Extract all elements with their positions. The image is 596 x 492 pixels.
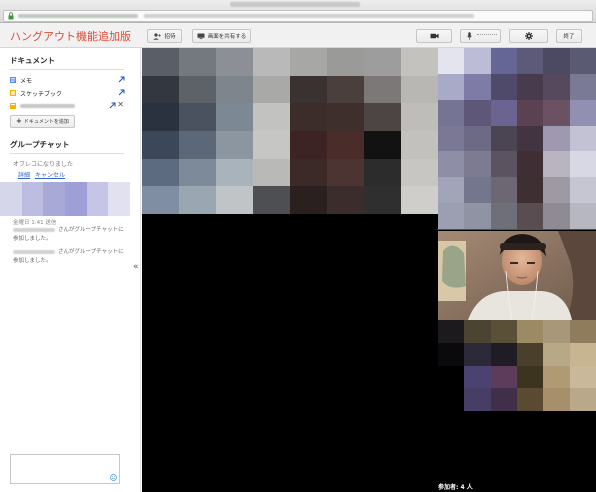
document-item-sketchbook[interactable]: スケッチブック (10, 88, 125, 98)
documents-heading: ドキュメント (10, 56, 55, 65)
main-video-feed[interactable] (142, 48, 438, 214)
remove-document-icon[interactable]: ✕ (117, 101, 124, 109)
documents-divider (10, 69, 124, 70)
url-text-continued (144, 14, 474, 18)
hangout-toolbar: ハングアウト機能追加版 招待 画面を共有する 終了 (0, 23, 596, 48)
document-label: スケッチブック (20, 90, 63, 98)
address-bar[interactable] (3, 10, 593, 22)
chat-message: さんがグループチャットに参加しました。 (13, 248, 125, 266)
share-screen-button[interactable]: 画面を共有する (192, 29, 251, 43)
open-external-icon[interactable] (109, 102, 116, 109)
invite-label: 招待 (164, 34, 176, 40)
double-chevron-left-icon[interactable]: « (133, 263, 139, 272)
mic-volume-meter (477, 34, 497, 38)
video-stage: 参加者: 4 人 (142, 48, 596, 492)
microphone-button[interactable] (460, 29, 501, 43)
side-panel: ドキュメント メモ スケッチブック ✕ + ドキュメントを追加 グループチャット… (0, 48, 132, 492)
open-external-icon[interactable] (118, 76, 125, 83)
collapse-panel-handle[interactable]: « (132, 48, 141, 492)
camera-toggle-button[interactable] (416, 29, 452, 43)
chat-message-input[interactable] (10, 454, 120, 484)
share-screen-label: 画面を共有する (207, 34, 247, 40)
participant-thumbnail-2[interactable] (438, 320, 596, 411)
spreadsheet-doc-icon (10, 103, 16, 109)
group-chat-divider (10, 153, 124, 154)
group-chat-heading: グループチャット (10, 140, 70, 149)
document-item-memo[interactable]: メモ (10, 75, 125, 85)
active-speaker-highlight (437, 229, 596, 230)
pixelated-chat-avatar-strip (0, 182, 131, 216)
add-document-button[interactable]: + ドキュメントを追加 (10, 115, 75, 128)
cancel-link[interactable]: キャンセル (35, 172, 65, 179)
invite-button[interactable]: 招待 (147, 29, 182, 43)
redacted-username (13, 249, 55, 254)
url-text (18, 14, 138, 18)
document-label: メモ (20, 77, 33, 85)
sketchbook-icon (10, 90, 16, 96)
exit-button[interactable]: 終了 (556, 29, 582, 43)
redacted-username (13, 227, 55, 232)
chat-message: さんがグループチャットに参加しました。 (13, 226, 125, 244)
document-item-shared-file[interactable]: ✕ (10, 101, 124, 111)
screen-icon (197, 33, 205, 39)
gear-icon (524, 32, 533, 40)
lock-icon (8, 12, 14, 20)
exit-label: 終了 (563, 34, 575, 40)
participant-video-webcam[interactable] (438, 231, 596, 320)
open-external-icon[interactable] (118, 89, 125, 96)
emoticon-icon[interactable] (110, 474, 117, 481)
details-link[interactable]: 詳細 (18, 172, 30, 179)
microphone-icon (467, 32, 472, 40)
video-camera-icon (430, 33, 439, 39)
add-person-icon (153, 32, 162, 40)
notes-doc-icon (10, 77, 16, 83)
browser-window-title (230, 2, 360, 7)
app-title: ハングアウト機能追加版 (10, 30, 131, 43)
chat-timestamp: 金曜日 1:41 送信 (13, 220, 57, 226)
participant-thumbnail-1[interactable] (438, 48, 596, 229)
off-record-status: オフレコになりました (13, 161, 74, 168)
redacted-document-name (20, 104, 75, 108)
add-document-label: ドキュメントを追加 (23, 119, 69, 125)
participant-count: 参加者: 4 人 (438, 484, 473, 491)
plus-icon: + (16, 117, 22, 125)
off-record-links: 詳細 キャンセル (18, 170, 70, 179)
settings-button[interactable] (509, 29, 548, 43)
browser-title-bar (0, 0, 596, 23)
